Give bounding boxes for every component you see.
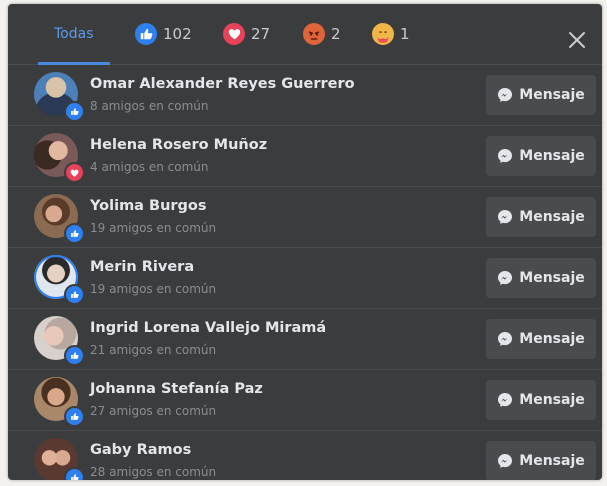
like-count: 102 <box>163 25 192 43</box>
mutual-friends[interactable]: 21 amigos en común <box>90 343 216 357</box>
list-item: Helena Rosero Muñoz 4 amigos en común Me… <box>8 126 602 187</box>
tab-all-label: Todas <box>54 26 94 42</box>
mutual-friends[interactable]: 28 amigos en común <box>90 465 216 479</box>
like-badge-icon <box>64 284 85 305</box>
like-badge-icon <box>64 345 85 366</box>
messenger-icon <box>498 454 513 468</box>
message-button[interactable]: Mensaje <box>486 380 596 420</box>
tab-care[interactable]: 1 <box>372 4 410 64</box>
messenger-icon <box>498 271 513 285</box>
messenger-icon <box>498 88 513 102</box>
person-name[interactable]: Gaby Ramos <box>90 442 191 458</box>
like-badge-icon <box>64 101 85 122</box>
angry-count: 2 <box>331 25 341 43</box>
mutual-friends[interactable]: 19 amigos en común <box>90 221 216 235</box>
mutual-friends[interactable]: 27 amigos en común <box>90 404 216 418</box>
tab-love[interactable]: 27 <box>223 4 270 64</box>
list-item: Yolima Burgos 19 amigos en común Mensaje <box>8 187 602 248</box>
mutual-friends[interactable]: 8 amigos en común <box>90 99 209 113</box>
list-item: Merin Rivera 19 amigos en común Mensaje <box>8 248 602 309</box>
messenger-icon <box>498 393 513 407</box>
close-icon[interactable] <box>568 31 586 49</box>
message-button[interactable]: Mensaje <box>486 136 596 176</box>
person-name[interactable]: Merin Rivera <box>90 259 194 275</box>
like-badge-icon <box>64 467 85 480</box>
messenger-icon <box>498 149 513 163</box>
person-name[interactable]: Yolima Burgos <box>90 198 207 214</box>
reactions-dialog: Todas 102 27 2 1 Omar Alexander Reyes Gu… <box>8 4 602 480</box>
message-button-label: Mensaje <box>519 87 585 103</box>
care-count: 1 <box>400 25 410 43</box>
message-button-label: Mensaje <box>519 453 585 469</box>
like-icon <box>135 23 157 45</box>
people-list: Omar Alexander Reyes Guerrero 8 amigos e… <box>8 65 602 480</box>
message-button[interactable]: Mensaje <box>486 197 596 237</box>
reaction-tabs: Todas 102 27 2 1 <box>8 4 602 65</box>
person-name[interactable]: Helena Rosero Muñoz <box>90 137 267 153</box>
message-button-label: Mensaje <box>519 270 585 286</box>
message-button-label: Mensaje <box>519 209 585 225</box>
message-button[interactable]: Mensaje <box>486 441 596 480</box>
messenger-icon <box>498 332 513 346</box>
person-name[interactable]: Johanna Stefanía Paz <box>90 381 263 397</box>
love-badge-icon <box>64 162 85 183</box>
message-button-label: Mensaje <box>519 331 585 347</box>
person-name[interactable]: Ingrid Lorena Vallejo Miramá <box>90 320 326 336</box>
message-button[interactable]: Mensaje <box>486 319 596 359</box>
mutual-friends[interactable]: 19 amigos en común <box>90 282 216 296</box>
list-item: Omar Alexander Reyes Guerrero 8 amigos e… <box>8 65 602 126</box>
tab-all[interactable]: Todas <box>38 4 110 65</box>
message-button[interactable]: Mensaje <box>486 258 596 298</box>
like-badge-icon <box>64 223 85 244</box>
message-button-label: Mensaje <box>519 392 585 408</box>
list-item: Ingrid Lorena Vallejo Miramá 21 amigos e… <box>8 309 602 370</box>
messenger-icon <box>498 210 513 224</box>
message-button[interactable]: Mensaje <box>486 75 596 115</box>
list-item: Johanna Stefanía Paz 27 amigos en común … <box>8 370 602 431</box>
tab-angry[interactable]: 2 <box>303 4 341 64</box>
love-icon <box>223 23 245 45</box>
care-icon <box>372 23 394 45</box>
tab-like[interactable]: 102 <box>135 4 192 64</box>
love-count: 27 <box>251 25 271 43</box>
mutual-friends[interactable]: 4 amigos en común <box>90 160 209 174</box>
message-button-label: Mensaje <box>519 148 585 164</box>
like-badge-icon <box>64 406 85 427</box>
person-name[interactable]: Omar Alexander Reyes Guerrero <box>90 76 355 92</box>
angry-icon <box>303 23 325 45</box>
list-item: Gaby Ramos 28 amigos en común Mensaje <box>8 431 602 480</box>
